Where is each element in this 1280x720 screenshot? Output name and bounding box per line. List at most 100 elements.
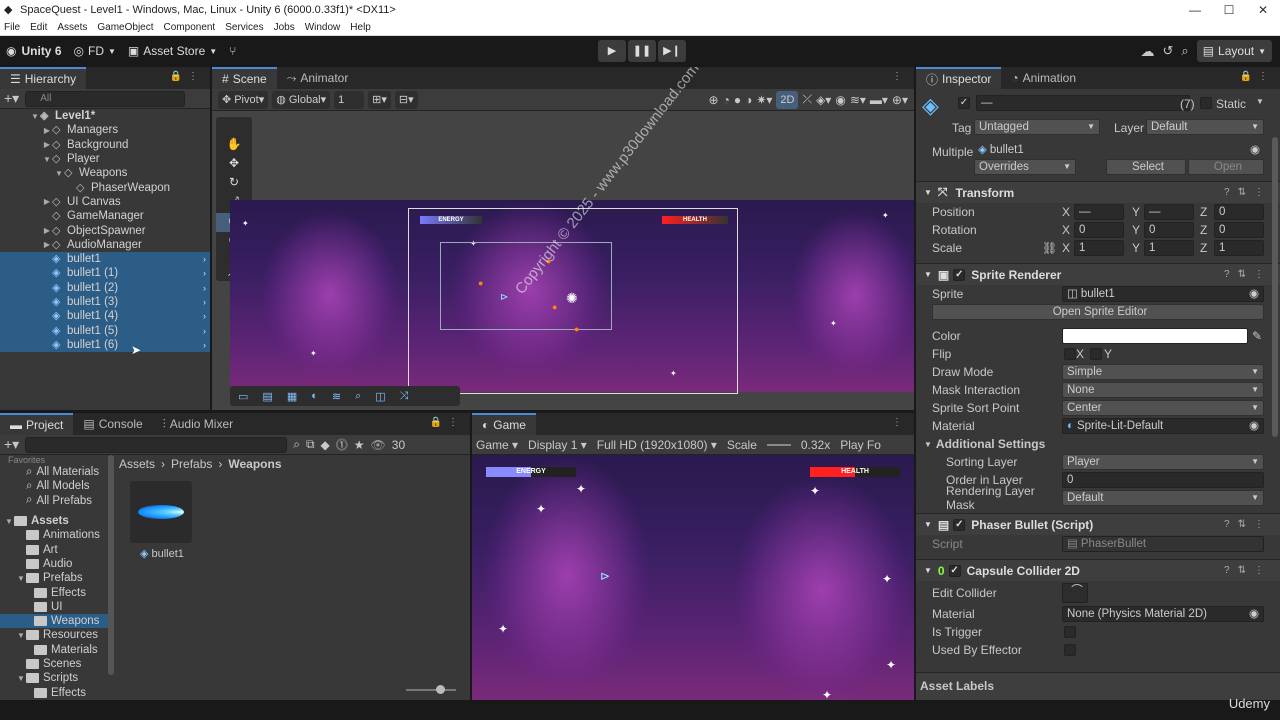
breadcrumb-item[interactable]: Prefabs [171,457,212,471]
component-menu-icon[interactable]: ?⇅⋮ [1224,269,1272,280]
static-checkbox[interactable] [1200,97,1212,109]
hierarchy-item[interactable]: ▶ ◇ AudioManager [0,238,210,252]
rotation-z-field[interactable]: 0 [1214,222,1264,238]
sort-point-dropdown[interactable]: Center ▼ [1062,400,1264,416]
pivot-dropdown[interactable]: ✥ Pivot ▾ [218,90,269,109]
position-x-field[interactable]: — [1074,204,1124,220]
display-dropdown[interactable]: Display 1 ▾ [528,438,587,452]
chevron-right-icon[interactable]: › [203,283,206,293]
layers-icon[interactable]: ≋▾ [850,93,866,107]
menu-component[interactable]: Component [164,22,216,33]
phaser-bullet-enabled-checkbox[interactable]: ✓ [953,518,966,531]
capsule-collider-header[interactable]: ▼ 0 ✓ Capsule Collider 2D ?⇅⋮ [916,559,1280,581]
lighting-icon[interactable]: ◑ [745,93,752,107]
effector-checkbox[interactable] [1064,644,1076,656]
tab-inspector[interactable]: ⓘ Inspector [916,67,1002,89]
folder-item[interactable]: ▼ Scripts [0,671,108,685]
favorite-item[interactable]: ⌕ All Models [0,479,108,493]
rotation-x-field[interactable]: 0 [1074,222,1124,238]
asset-labels-bar[interactable]: Asset Labels [916,672,1280,700]
tab-hierarchy[interactable]: ☰ Hierarchy [0,67,87,89]
target-icon[interactable]: ◉ [1249,287,1259,301]
chevron-right-icon[interactable]: ▶ [42,226,52,235]
favorite-item[interactable]: ⌕ All Materials [0,465,108,479]
play-focus-dropdown[interactable]: Play Fo [840,438,881,452]
zoom-icon[interactable]: ⌕ [355,390,361,403]
open-sprite-editor-button[interactable]: Open Sprite Editor [932,304,1264,320]
static-dropdown-icon[interactable]: ▼ [1256,97,1264,106]
tab-audio-mixer[interactable]: ⫶ Audio Mixer [153,413,243,435]
chevron-right-icon[interactable]: › [203,268,206,278]
menu-help[interactable]: Help [350,22,371,33]
menu-edit[interactable]: Edit [30,22,47,33]
hierarchy-search-input[interactable]: All [25,90,186,107]
camera-icon[interactable]: ◫ [375,390,385,403]
material-field[interactable]: ◐ Sprite-Lit-Default ◉ [1062,418,1264,434]
add-button[interactable]: +▾ [4,90,19,107]
folder-item[interactable]: ▼ Prefabs [0,571,108,585]
move-tool-icon[interactable]: ✥ [216,156,252,175]
hierarchy-item[interactable]: ◈ bullet1 (1) › [0,266,210,281]
panel-menu-icon[interactable]: 🔒⋮ [430,417,464,428]
sprite-field[interactable]: ◫ bullet1 ◉ [1062,286,1264,302]
edit-collider-button[interactable]: ⌒ [1062,583,1088,603]
menu-jobs[interactable]: Jobs [274,22,295,33]
asset-name[interactable]: ◈ bullet1 [140,547,184,560]
position-y-field[interactable]: — [1144,204,1194,220]
fx-icon[interactable]: ✷▾ [756,93,772,107]
chevron-down-icon[interactable]: ▼ [16,631,26,640]
render-mode-icon[interactable]: ◔ [723,93,730,107]
render-mask-dropdown[interactable]: Default ▼ [1062,490,1264,506]
hierarchy-item[interactable]: ◈ bullet1 › [0,251,210,267]
flip-x-checkbox[interactable] [1064,348,1076,360]
tab-project[interactable]: ▬ Project [0,413,74,435]
layers-icon[interactable]: ≋ [332,390,341,403]
chevron-down-icon[interactable]: ▼ [16,674,26,683]
overrides-dropdown[interactable]: Overrides ▼ [974,159,1076,175]
cloud-icon[interactable]: ☁ [1141,43,1155,60]
component-menu-icon[interactable]: ?⇅⋮ [1224,519,1272,530]
play-button[interactable]: ▶ [598,40,626,62]
hand-tool-icon[interactable]: ✋ [216,137,252,156]
rect-icon[interactable]: ▭ [238,390,248,403]
search-icon[interactable]: ⌕ [1181,43,1188,59]
folder-item[interactable]: UI [0,600,108,614]
draw-mode-dropdown[interactable]: Simple ▼ [1062,364,1264,380]
hierarchy-item[interactable]: ▶ ◇ Managers [0,123,210,137]
hierarchy-item[interactable]: ▶ ◇ ObjectSpawner [0,223,210,237]
grid-icon[interactable]: ▦ [287,390,297,403]
panel-menu-icon[interactable]: 🔒⋮ [170,71,204,82]
panel-menu-icon[interactable]: 🔒⋮ [1240,71,1274,82]
chevron-right-icon[interactable]: › [203,340,206,350]
grid-snap-button[interactable]: ⊞▾ [368,90,391,109]
hierarchy-item[interactable]: ▶ ◇ Background [0,138,210,152]
select-button[interactable]: Select [1106,159,1186,175]
chevron-right-icon[interactable]: ▶ [42,126,52,135]
active-checkbox[interactable]: ✓ [958,97,970,109]
shaded-icon[interactable]: ● [734,93,741,107]
additional-settings-row[interactable]: ▼ Additional Settings [916,435,1280,453]
pause-button[interactable]: ❚❚ [628,40,656,62]
menu-services[interactable]: Services [225,22,263,33]
folder-item[interactable]: Weapons [0,613,108,629]
breadcrumb-item[interactable]: Assets [119,457,155,471]
warning-icon[interactable]: ⓵ [336,436,348,453]
chevron-down-icon[interactable]: ▼ [42,155,52,164]
visibility-icon[interactable]: ◉ [835,93,845,107]
camera-icon[interactable]: ▬▾ [870,93,888,107]
hierarchy-item[interactable]: ▼ ◇ Player [0,152,210,166]
shuffle-icon[interactable]: ⤨ [400,390,409,403]
panel-menu-icon[interactable]: ⋮ [892,71,908,82]
flip-y-checkbox[interactable] [1090,348,1102,360]
unity-version-button[interactable]: ◉ Unity 6 [0,40,68,62]
chevron-down-icon[interactable]: ▼ [4,517,14,526]
add-button[interactable]: +▾ [4,436,19,453]
inspector-scrollbar[interactable] [1272,137,1278,437]
hierarchy-item[interactable]: ▼ ◇ Weapons [0,166,210,180]
layer-dropdown[interactable]: Default ▼ [1146,119,1264,135]
chevron-right-icon[interactable]: › [203,254,206,264]
draw-mode-icon[interactable]: ⊕ [709,93,719,107]
minimize-button[interactable]: — [1178,0,1212,20]
thumbnail-size-slider[interactable] [406,685,456,694]
tag-dropdown[interactable]: Untagged ▼ [974,119,1100,135]
